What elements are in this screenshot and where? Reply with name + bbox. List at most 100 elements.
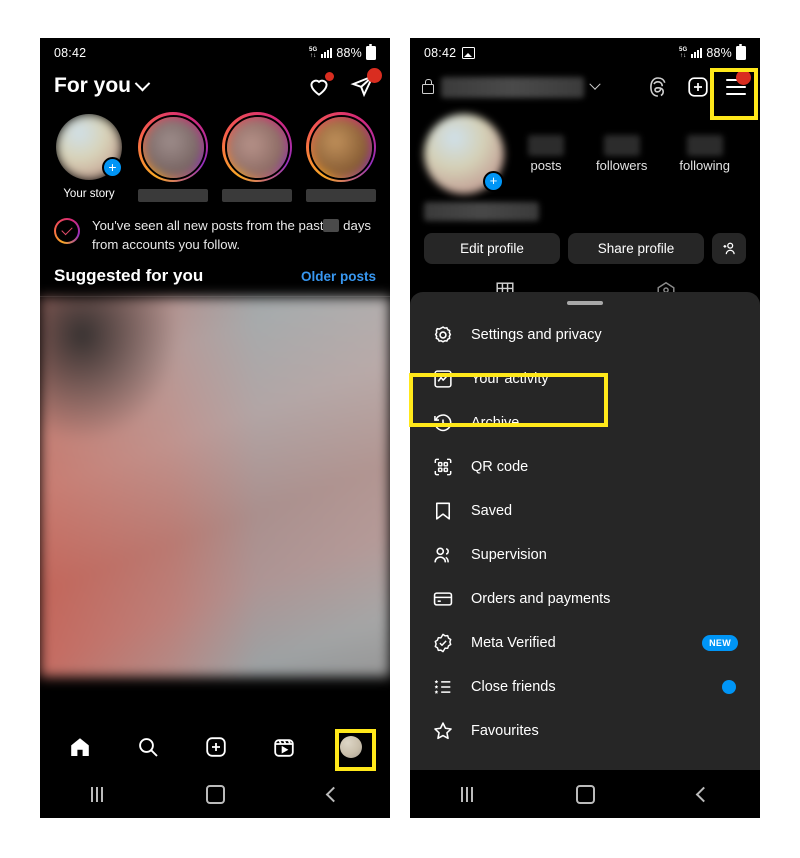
- menu-item-qr-code[interactable]: QR code: [410, 445, 760, 489]
- add-story-icon[interactable]: +: [102, 157, 123, 178]
- profile-header-actions: [646, 70, 751, 99]
- check-mark: [61, 223, 73, 236]
- direct-messages-button[interactable]: [350, 68, 382, 99]
- feed-title-label: For you: [54, 74, 131, 97]
- reels-icon[interactable]: [272, 735, 296, 759]
- recents-icon[interactable]: [91, 786, 104, 802]
- status-bar-right: 08:42 5G ↑↓ 88%: [410, 38, 760, 68]
- hamburger-menu-button[interactable]: [726, 70, 751, 98]
- profile-avatar[interactable]: +: [424, 114, 504, 194]
- bottom-tabbar-left: [40, 724, 390, 770]
- bookmark-icon: [435, 502, 451, 520]
- add-person-icon: [722, 242, 735, 255]
- story-label-redacted: [222, 189, 292, 202]
- story-item[interactable]: [222, 112, 292, 206]
- feed-post-image[interactable]: [40, 297, 390, 677]
- story-avatar-frame: [308, 114, 374, 180]
- story-item[interactable]: [306, 112, 376, 206]
- profile-summary-row: + posts followers following: [424, 114, 746, 194]
- menu-item-label: Saved: [471, 503, 513, 519]
- stat-value-redacted: [603, 135, 640, 156]
- profile-display-name-redacted: [424, 202, 539, 221]
- edit-profile-button[interactable]: Edit profile: [424, 233, 560, 264]
- menu-item-label: Favourites: [471, 723, 539, 739]
- back-icon[interactable]: [695, 786, 711, 802]
- stat-followers[interactable]: followers: [596, 135, 647, 173]
- profile-body: + posts followers following Edit profile…: [410, 108, 760, 302]
- caught-up-text: You've seen all new posts from the past …: [92, 216, 371, 254]
- older-posts-link[interactable]: Older posts: [301, 269, 376, 284]
- recents-icon[interactable]: [461, 786, 474, 802]
- image-icon: [462, 47, 476, 59]
- feed-title-dropdown[interactable]: For you: [54, 74, 151, 98]
- check-circle-inner: [56, 220, 78, 242]
- stat-value-redacted: [686, 135, 723, 156]
- feed-header-actions: [306, 68, 382, 99]
- check-circle-icon: [54, 218, 80, 244]
- stat-label: posts: [530, 158, 562, 173]
- phone-left-feed-screen: 08:42 5G ↑↓ 88% For you + Your story You…: [40, 38, 390, 818]
- caught-up-text-line2: from accounts you follow.: [92, 237, 241, 252]
- menu-item-favourites[interactable]: Favourites: [410, 709, 760, 753]
- notifications-button[interactable]: [306, 72, 334, 99]
- story-item[interactable]: [138, 112, 208, 206]
- menu-item-saved[interactable]: Saved: [410, 489, 760, 533]
- caught-up-redacted-days: [323, 219, 340, 232]
- screenshot-page: 08:42 5G ↑↓ 88% For you + Your story You…: [0, 0, 800, 858]
- username-redacted: [441, 76, 584, 98]
- stat-following[interactable]: following: [679, 135, 730, 173]
- add-person-button[interactable]: [712, 233, 746, 264]
- story-avatar-frame: [140, 114, 206, 180]
- back-icon[interactable]: [325, 786, 341, 802]
- archive-clock-icon: [434, 414, 452, 432]
- android-nav-bar-left: [40, 770, 390, 818]
- status-bar-left: 08:42 5G ↑↓ 88%: [40, 38, 390, 68]
- search-icon[interactable]: [136, 735, 160, 759]
- settings-gear-icon: [434, 326, 452, 343]
- menu-item-orders-and-payments[interactable]: Orders and payments: [410, 577, 760, 621]
- menu-item-meta-verified[interactable]: Meta Verified NEW: [410, 621, 760, 665]
- profile-avatar-icon[interactable]: [340, 736, 362, 758]
- android-home-icon[interactable]: [205, 784, 225, 804]
- android-home-icon[interactable]: [575, 784, 595, 804]
- suggested-title: Suggested for you: [54, 266, 204, 285]
- story-label-redacted: [138, 189, 208, 202]
- star-icon: [434, 722, 452, 740]
- chevron-down-icon: [134, 75, 151, 91]
- close-friends-list-icon: [434, 679, 451, 694]
- profile-stats: posts followers following: [512, 135, 746, 173]
- menu-item-archive[interactable]: Archive: [410, 401, 760, 445]
- new-badge: NEW: [702, 635, 738, 651]
- story-your-story[interactable]: + Your story: [54, 112, 124, 206]
- add-story-icon[interactable]: +: [483, 171, 504, 192]
- menu-item-close-friends[interactable]: Close friends: [410, 665, 760, 709]
- menu-item-supervision[interactable]: Supervision: [410, 533, 760, 577]
- stat-posts[interactable]: posts: [528, 135, 565, 173]
- stories-tray[interactable]: + Your story: [40, 108, 390, 206]
- menu-item-settings-and-privacy[interactable]: Settings and privacy: [410, 313, 760, 357]
- username-dropdown[interactable]: [422, 76, 601, 98]
- chevron-down-icon: [589, 78, 601, 90]
- verified-badge-icon: [434, 633, 452, 653]
- menu-item-label: Orders and payments: [471, 591, 611, 607]
- stat-label: following: [679, 158, 730, 173]
- home-icon[interactable]: [68, 735, 92, 759]
- menu-item-label: Your activity: [471, 371, 549, 387]
- menu-notification-badge: [736, 70, 751, 85]
- sheet-drag-handle[interactable]: [567, 301, 603, 305]
- threads-icon[interactable]: [646, 75, 670, 99]
- close-friends-dot-badge: [722, 680, 736, 694]
- plus-square-icon[interactable]: [686, 75, 710, 99]
- avatar: [310, 116, 372, 178]
- feed-header: For you: [40, 68, 390, 108]
- stat-label: followers: [596, 158, 648, 173]
- profile-header: [410, 68, 760, 108]
- network-5g-icon: 5G ↑↓: [308, 47, 318, 59]
- notification-badge: [325, 72, 334, 81]
- battery-icon: [366, 44, 376, 60]
- credit-card-icon: [433, 592, 453, 606]
- plus-square-icon[interactable]: [204, 735, 228, 759]
- share-profile-button[interactable]: Share profile: [568, 233, 704, 264]
- menu-item-label: Meta Verified: [471, 635, 556, 651]
- menu-item-your-activity[interactable]: Your activity: [410, 357, 760, 401]
